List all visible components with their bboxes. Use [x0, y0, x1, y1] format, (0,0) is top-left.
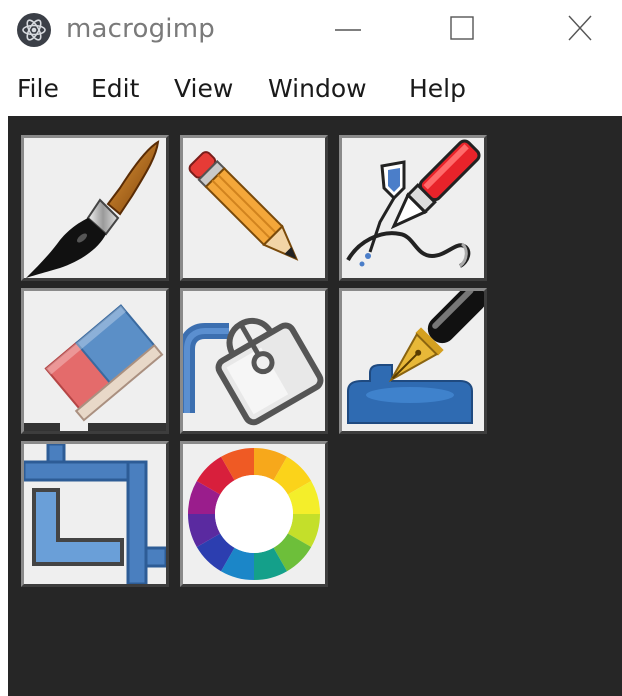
menu-window[interactable]: Window	[268, 74, 367, 103]
tool-bucket-fill-button[interactable]	[180, 288, 328, 434]
eraser-icon	[24, 304, 166, 431]
menu-view[interactable]: View	[174, 74, 233, 103]
color-wheel-icon	[187, 447, 321, 581]
tool-fountain-pen-button[interactable]	[339, 288, 487, 434]
tool-pencil-button[interactable]	[180, 135, 328, 281]
close-button[interactable]	[550, 10, 610, 50]
close-icon	[568, 15, 592, 41]
tool-paintbrush-button[interactable]	[21, 135, 169, 281]
bucket-fill-icon	[183, 318, 324, 426]
paintbrush-icon	[26, 140, 160, 278]
crop-icon	[24, 444, 166, 584]
app-icon	[16, 12, 52, 48]
minimize-button[interactable]	[318, 10, 378, 50]
minimize-icon	[335, 29, 361, 31]
tool-crop-button[interactable]	[21, 441, 169, 587]
tool-color-wheel-button[interactable]	[180, 441, 328, 587]
maximize-button[interactable]	[432, 10, 492, 50]
canvas-area[interactable]	[8, 116, 622, 696]
menu-help[interactable]: Help	[409, 74, 466, 103]
menu-bar: File Edit View Window Help	[0, 60, 622, 116]
maximize-icon	[450, 16, 474, 40]
fountain-pen-icon	[347, 291, 484, 424]
pencil-icon	[188, 151, 299, 261]
tool-ink-pen-button[interactable]	[339, 135, 487, 281]
menu-file[interactable]: File	[17, 74, 59, 103]
ink-pen-icon	[346, 139, 481, 268]
tool-eraser-button[interactable]	[21, 288, 169, 434]
window-title: macrogimp	[66, 14, 215, 44]
menu-edit[interactable]: Edit	[91, 74, 139, 103]
title-bar: macrogimp	[0, 0, 622, 60]
